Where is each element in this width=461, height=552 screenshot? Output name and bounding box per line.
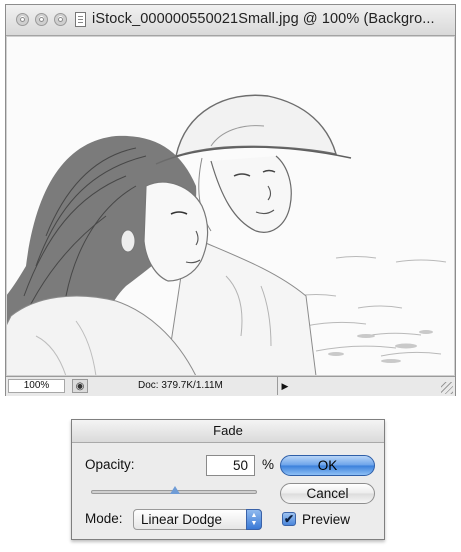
opacity-label: Opacity: <box>85 457 135 472</box>
opacity-unit: % <box>262 457 275 472</box>
document-size-info: Doc: 379.7K/1.11M <box>98 377 278 395</box>
cancel-button[interactable]: Cancel <box>280 483 375 504</box>
mode-select-value: Linear Dodge <box>141 512 223 527</box>
document-proxy-icon[interactable] <box>75 12 86 27</box>
status-menu-arrow-icon[interactable]: ▶ <box>278 380 292 392</box>
minimize-icon[interactable] <box>35 13 48 26</box>
ok-button[interactable]: OK <box>280 455 375 476</box>
window-title: iStock_000000550021Small.jpg @ 100% (Bac… <box>92 11 435 27</box>
sketch-photo <box>6 36 455 376</box>
window-titlebar[interactable]: iStock_000000550021Small.jpg @ 100% (Bac… <box>6 5 455 36</box>
image-canvas[interactable] <box>6 36 455 376</box>
dialog-title: Fade <box>72 420 384 443</box>
preview-checkbox[interactable]: ✔ <box>282 512 296 526</box>
mode-label: Mode: <box>85 511 123 526</box>
select-arrows-icon: ▲ ▼ <box>246 509 262 530</box>
zoom-icon[interactable] <box>54 13 67 26</box>
status-bar: 100% ◉ Doc: 379.7K/1.11M ▶ <box>6 376 455 396</box>
zoom-level-field[interactable]: 100% <box>8 379 65 393</box>
fade-dialog: Fade Opacity: 50 % Mode: Linear Dodge ▲ ▼… <box>71 419 385 540</box>
status-info-icon[interactable]: ◉ <box>72 379 88 393</box>
opacity-input[interactable]: 50 <box>206 455 255 476</box>
close-icon[interactable] <box>16 13 29 26</box>
slider-thumb-icon[interactable] <box>170 486 180 494</box>
opacity-slider[interactable] <box>91 486 257 494</box>
mode-select[interactable]: Linear Dodge ▲ ▼ <box>133 509 262 530</box>
resize-grip-icon[interactable] <box>441 382 453 394</box>
preview-label: Preview <box>302 512 351 527</box>
document-window: iStock_000000550021Small.jpg @ 100% (Bac… <box>5 4 456 396</box>
